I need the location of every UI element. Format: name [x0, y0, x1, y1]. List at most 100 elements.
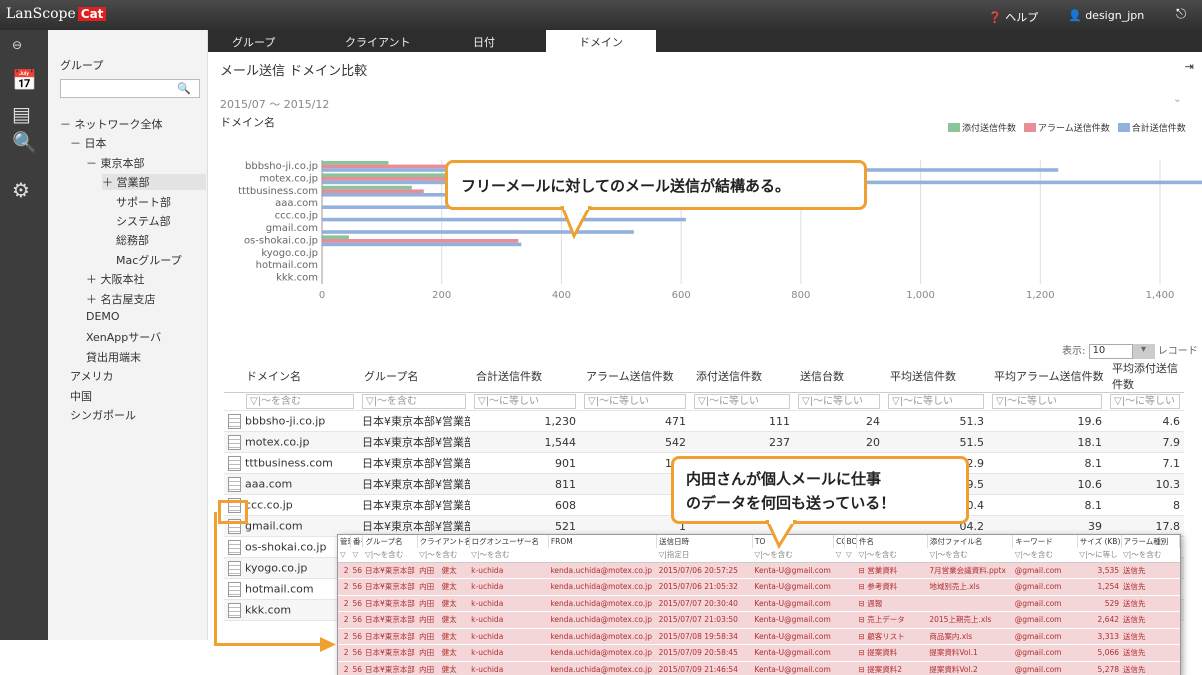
export-icon[interactable]: ⇥	[1185, 60, 1194, 73]
detail-column-header[interactable]: BCC	[844, 535, 858, 548]
search-icon[interactable]: 🔍	[12, 130, 37, 154]
column-header[interactable]: 平均添付送信件数	[1106, 360, 1184, 393]
user-menu[interactable]: 👤 design_jpn	[1068, 9, 1144, 22]
tree-item[interactable]: 中国	[70, 388, 92, 404]
detail-column-header[interactable]: サイズ (KB)	[1077, 535, 1122, 548]
table-row[interactable]: motex.co.jp 日本¥東京本部¥営業部 1,544 542 237 20 51.5 1…	[224, 431, 1184, 453]
bar[interactable]	[322, 189, 424, 193]
detail-column-header[interactable]: 番号	[350, 535, 364, 548]
detail-row[interactable]: 2 56 日本¥東京本部 内田 健太 k-uchida kenda.uchida@mote…	[338, 595, 1180, 612]
detail-filter-input[interactable]: ▽|～を含む	[752, 548, 834, 563]
detail-doc-icon[interactable]	[228, 476, 241, 492]
detail-filter-input[interactable]: ▽	[833, 548, 845, 563]
tab-domain[interactable]: ドメイン	[546, 30, 656, 52]
detail-filter-input[interactable]: ▽|指定日	[656, 548, 753, 563]
column-filter-input[interactable]: ▽|～に等しい	[694, 394, 790, 409]
logout-icon[interactable]: ⎋	[1176, 7, 1186, 22]
tab-date[interactable]: 日付	[473, 34, 495, 50]
detail-filter-input[interactable]: ▽	[350, 548, 363, 563]
detail-doc-icon[interactable]	[228, 455, 241, 471]
tree-item[interactable]: シンガポール	[70, 407, 136, 423]
tab-group[interactable]: グループ	[232, 34, 275, 50]
detail-doc-icon[interactable]	[228, 413, 241, 429]
app-logo[interactable]: LanScope Cat	[6, 6, 107, 22]
bar[interactable]	[322, 173, 464, 177]
detail-filter-input[interactable]	[548, 548, 657, 563]
page-size-select[interactable]: 10	[1088, 343, 1133, 359]
detail-row[interactable]: 2 56 日本¥東京本部 内田 健太 k-uchida kenda.uchida@mote…	[338, 562, 1180, 579]
detail-row[interactable]: 2 56 日本¥東京本部 内田 健太 k-uchida kenda.uchida@mote…	[338, 661, 1180, 675]
column-header[interactable]: 平均送信件数	[884, 360, 988, 393]
tree-item[interactable]: 貸出用端末	[86, 349, 141, 365]
column-header[interactable]: アラーム送信件数	[580, 360, 690, 393]
detail-column-header[interactable]: グループ名	[362, 535, 418, 548]
detail-row[interactable]: 2 56 日本¥東京本部 内田 健太 k-uchida kenda.uchida@mote…	[338, 611, 1180, 629]
bar[interactable]	[322, 161, 389, 165]
detail-doc-icon[interactable]	[228, 560, 241, 576]
tree-item[interactable]: ＋ 大阪本社	[86, 271, 145, 287]
bar[interactable]	[322, 185, 412, 190]
detail-doc-icon[interactable]	[228, 581, 241, 597]
chevron-down-icon[interactable]: ▾	[1132, 343, 1155, 359]
detail-filter-input[interactable]: ▽|～を含む	[362, 548, 418, 563]
detail-column-header[interactable]: アラーム種別	[1121, 535, 1181, 548]
chevron-down-icon[interactable]: ⌄	[1173, 92, 1182, 105]
detail-filter-input[interactable]: ▽|～を含む	[856, 548, 928, 563]
tree-item[interactable]: XenAppサーバ	[86, 329, 161, 345]
column-header[interactable]: 平均アラーム送信件数	[988, 360, 1106, 393]
tree-item[interactable]: Macグループ	[116, 252, 182, 268]
tree-item[interactable]: サポート部	[116, 194, 171, 210]
search-icon[interactable]: 🔍	[177, 82, 191, 95]
detail-row[interactable]: 2 56 日本¥東京本部 内田 健太 k-uchida kenda.uchida@mote…	[338, 644, 1180, 662]
column-filter-input[interactable]: ▽|～に等しい	[888, 394, 984, 409]
detail-column-header[interactable]: 送信日時	[656, 535, 753, 548]
bar[interactable]	[322, 242, 522, 247]
bar[interactable]	[322, 235, 349, 239]
detail-column-header[interactable]: 管理番号	[338, 535, 352, 548]
report-icon[interactable]: ▤	[12, 102, 31, 126]
detail-row[interactable]: 2 56 日本¥東京本部 内田 健太 k-uchida kenda.uchida@mote…	[338, 578, 1180, 596]
column-filter-input[interactable]: ▽|～を含む	[246, 394, 354, 409]
tree-item[interactable]: 総務部	[116, 232, 149, 248]
collapse-icon[interactable]: ⊖	[12, 38, 22, 52]
detail-filter-input[interactable]: ▽|～を含む	[1012, 548, 1078, 563]
tree-item[interactable]: － ネットワーク全体	[60, 116, 163, 132]
detail-filter-input[interactable]: ▽	[844, 548, 857, 563]
column-header[interactable]: ドメイン名	[224, 360, 358, 393]
calendar-icon[interactable]: 📅	[12, 68, 37, 92]
column-filter-input[interactable]: ▽|～に等しい	[584, 394, 686, 409]
tree-item[interactable]: アメリカ	[70, 368, 113, 384]
detail-column-header[interactable]: ログオンユーザー名	[469, 535, 549, 548]
detail-column-header[interactable]: クライアント名	[417, 535, 470, 548]
column-header[interactable]: グループ名	[358, 360, 470, 393]
detail-doc-icon[interactable]	[228, 539, 241, 555]
column-header[interactable]: 添付送信件数	[690, 360, 794, 393]
column-header[interactable]: 送信台数	[794, 360, 884, 393]
column-filter-input[interactable]: ▽|～を含む	[362, 394, 466, 409]
detail-filter-input[interactable]: ▽|～を含む	[469, 548, 549, 563]
tree-item[interactable]: ＋ 名古屋支店	[86, 291, 156, 307]
detail-column-header[interactable]: 添付ファイル名	[927, 535, 1014, 548]
detail-column-header[interactable]: CC	[833, 535, 845, 548]
bar[interactable]	[322, 217, 686, 222]
tab-client[interactable]: クライアント	[345, 34, 411, 50]
detail-column-header[interactable]: FROM	[548, 535, 658, 548]
detail-filter-input[interactable]: ▽|～を含む	[1121, 548, 1180, 563]
column-filter-input[interactable]: ▽|～に等しい	[798, 394, 880, 409]
help-link[interactable]: ❓ ヘルプ	[988, 9, 1038, 25]
detail-column-header[interactable]: キーワード	[1012, 535, 1078, 548]
detail-row[interactable]: 2 56 日本¥東京本部 内田 健太 k-uchida kenda.uchida@mote…	[338, 628, 1180, 645]
detail-column-header[interactable]: 件名	[856, 535, 928, 548]
tree-item[interactable]: システム部	[116, 213, 171, 229]
detail-filter-input[interactable]: ▽|～を含む	[417, 548, 470, 563]
detail-filter-input[interactable]: ▽	[338, 548, 351, 563]
detail-filter-input[interactable]: ▽|～に等し	[1077, 548, 1122, 563]
column-header[interactable]: 合計送信件数	[470, 360, 580, 393]
detail-doc-icon[interactable]	[228, 434, 241, 450]
column-filter-input[interactable]: ▽|～に等しい	[1110, 394, 1180, 409]
table-row[interactable]: bbbsho-ji.co.jp 日本¥東京本部¥営業部 1,230 471 111 24 5…	[224, 410, 1184, 432]
tree-item[interactable]: ＋ 営業部	[102, 174, 206, 191]
tree-item[interactable]: － 東京本部	[86, 155, 145, 171]
gear-icon[interactable]: ⚙	[12, 178, 30, 202]
tree-item[interactable]: DEMO	[86, 310, 120, 323]
